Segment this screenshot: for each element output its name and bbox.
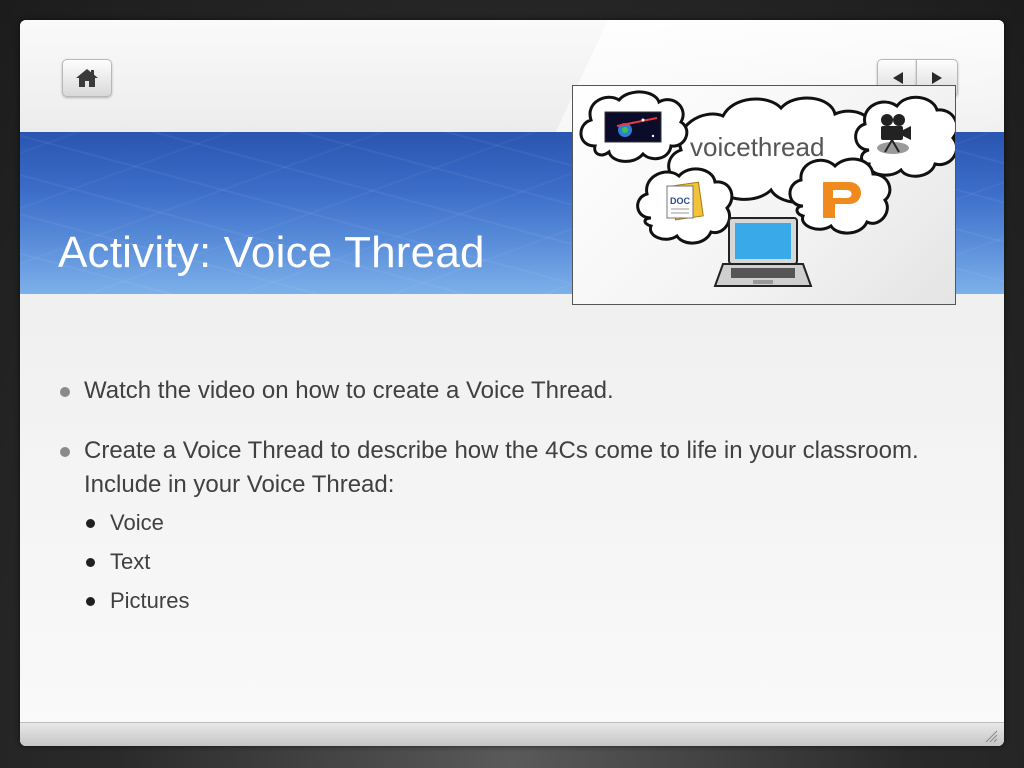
resize-grip-icon[interactable] — [984, 729, 998, 743]
triangle-right-icon — [932, 72, 942, 84]
home-icon — [76, 69, 98, 87]
bullet-item: Watch the video on how to create a Voice… — [56, 374, 956, 408]
slide-footer-bar — [20, 722, 1004, 746]
sub-bullet-list: Voice Text Pictures — [84, 508, 956, 616]
bullet-item-text: Create a Voice Thread to describe how th… — [84, 437, 919, 498]
home-button[interactable] — [62, 59, 112, 97]
laptop-icon — [713, 217, 813, 287]
doc-icon-label: DOC — [670, 196, 691, 206]
slide-title: Activity: Voice Thread — [58, 228, 485, 277]
voicethread-logo-text: voicethread — [690, 132, 824, 162]
triangle-left-icon — [892, 72, 903, 84]
space-image-cloud — [579, 90, 689, 163]
bullet-item: Create a Voice Thread to describe how th… — [56, 434, 956, 616]
slide-body: Watch the video on how to create a Voice… — [56, 374, 956, 625]
video-camera-cloud — [854, 95, 955, 178]
sub-bullet-item: Pictures — [84, 586, 956, 616]
sub-bullet-item: Text — [84, 547, 956, 577]
slide: Activity: Voice Thread voicethread DOC W… — [20, 20, 1004, 746]
voicethread-illustration: voicethread DOC — [572, 85, 956, 305]
sub-bullet-item: Voice — [84, 508, 956, 538]
